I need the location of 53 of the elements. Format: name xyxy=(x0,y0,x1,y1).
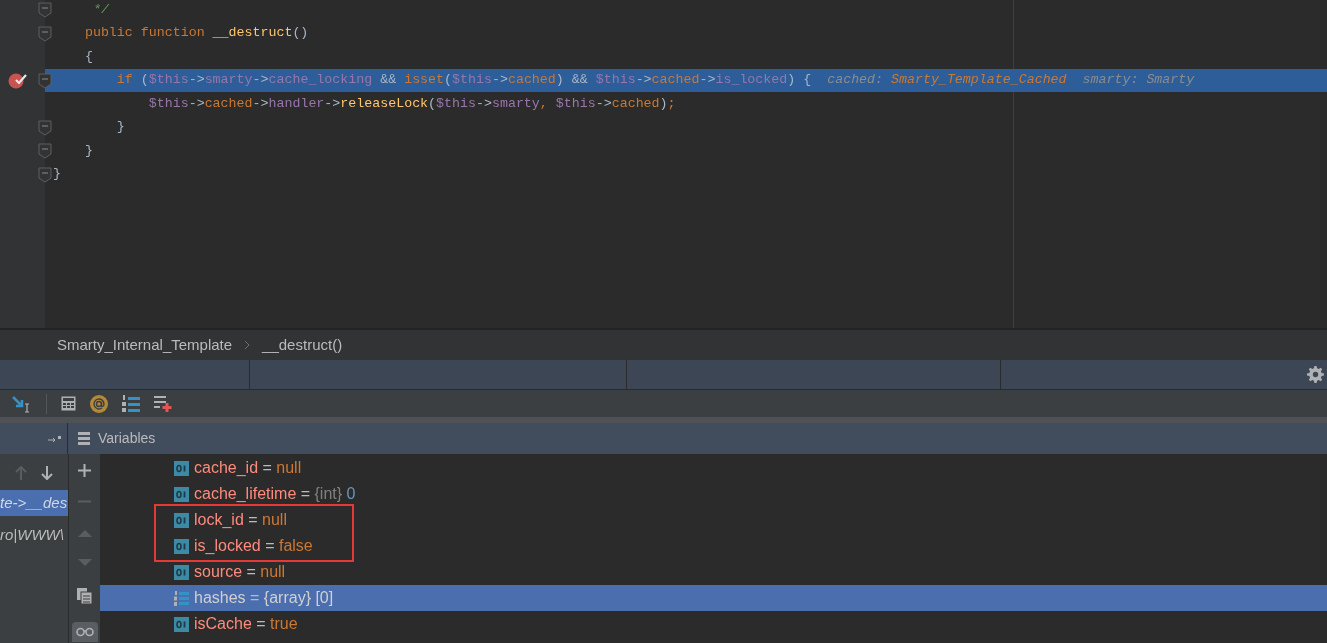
copy-icon[interactable] xyxy=(77,588,92,604)
variable-row[interactable]: source = null xyxy=(100,559,1327,585)
pin-arrow-icon[interactable] xyxy=(48,434,62,443)
add-icon[interactable] xyxy=(78,464,91,477)
code-line: } xyxy=(115,118,126,137)
breakpoint-icon[interactable] xyxy=(8,71,27,89)
field-icon xyxy=(174,486,189,502)
chevron-icon xyxy=(244,340,251,350)
list-icon xyxy=(78,432,90,445)
field-icon xyxy=(174,616,189,632)
field-icon xyxy=(174,564,189,580)
table-icon[interactable] xyxy=(61,396,76,411)
variable-entry: cache_id = null xyxy=(194,458,302,478)
fold-marker-icon[interactable] xyxy=(38,2,52,18)
fold-marker-icon[interactable] xyxy=(38,143,52,159)
variable-entry: cache_lifetime = {int} 0 xyxy=(194,484,356,504)
settings-icon[interactable] xyxy=(1307,366,1324,383)
variable-entry: lock_id = null xyxy=(194,510,287,530)
fold-marker-icon[interactable] xyxy=(38,166,52,183)
watch-toggle-button[interactable] xyxy=(71,622,98,642)
variable-entry: source = null xyxy=(194,562,286,582)
breadcrumb-item[interactable]: Smarty_Internal_Template xyxy=(57,333,233,357)
down-arrow-icon[interactable] xyxy=(41,466,53,480)
code-line: } xyxy=(52,165,62,184)
code-line: */ xyxy=(91,0,110,19)
fold-marker-icon[interactable] xyxy=(38,119,52,136)
fold-marker-icon[interactable] xyxy=(38,72,52,89)
field-icon xyxy=(174,460,189,476)
code-line: { xyxy=(83,47,94,66)
glasses-icon xyxy=(75,627,94,637)
add-watch-icon[interactable] xyxy=(154,395,172,412)
field-icon xyxy=(174,538,189,554)
code-line: } xyxy=(83,141,94,160)
variable-entry: isCache = true xyxy=(194,614,298,634)
variable-row[interactable]: cache_lifetime = {int} 0 xyxy=(100,481,1327,507)
at-sign-icon[interactable] xyxy=(90,394,108,413)
variable-row[interactable]: isCache = true xyxy=(100,611,1327,637)
stack-frame[interactable]: ro|WWW\ xyxy=(0,522,68,548)
fold-marker-icon[interactable] xyxy=(38,25,52,42)
variable-row[interactable]: cache_id = null xyxy=(100,455,1327,481)
numbered-list-icon[interactable] xyxy=(122,394,140,413)
variable-entry: is_locked = false xyxy=(194,536,313,556)
breadcrumb-item[interactable]: __destruct() xyxy=(262,333,343,357)
array-icon xyxy=(174,590,189,606)
cursor-arrow-icon[interactable] xyxy=(12,394,32,413)
variables-panel-title: Variables xyxy=(98,429,156,448)
stack-frame[interactable]: te->__des xyxy=(0,490,68,516)
variable-row[interactable]: is_locked = false xyxy=(174,533,352,559)
code-line: public function __destruct() xyxy=(83,24,310,43)
variable-entry: hashes = {array} [0] xyxy=(194,588,334,608)
code-line: $this->cached->handler->releaseLock($this->smarty, $this->cached); xyxy=(147,94,677,113)
field-icon xyxy=(174,512,189,528)
variable-row[interactable]: lock_id = null xyxy=(174,507,352,533)
